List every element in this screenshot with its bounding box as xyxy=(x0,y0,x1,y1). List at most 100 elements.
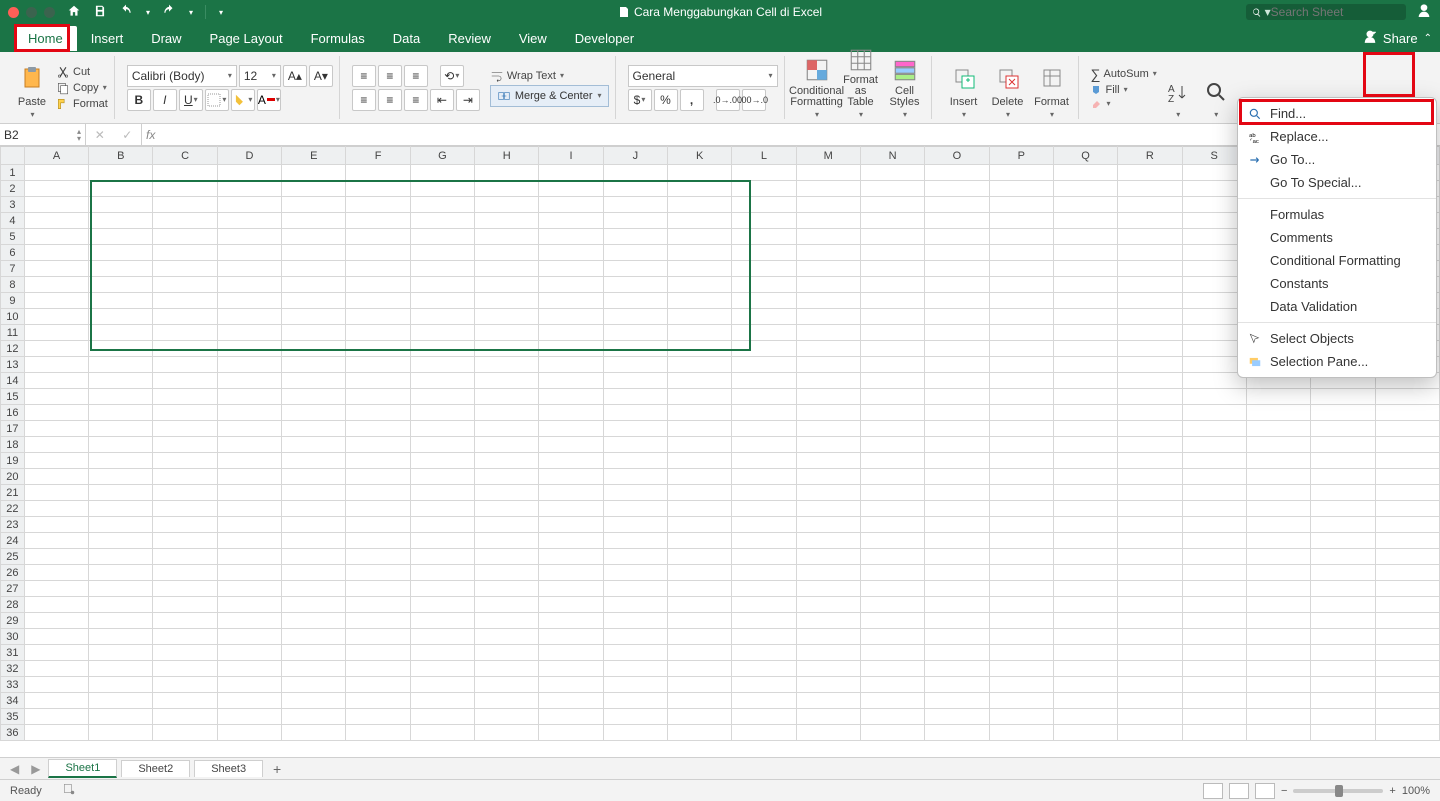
tab-draw[interactable]: Draw xyxy=(137,26,195,51)
cell[interactable] xyxy=(732,677,796,693)
cell[interactable] xyxy=(1311,453,1375,469)
cell[interactable] xyxy=(475,549,539,565)
menu-find[interactable]: Find... xyxy=(1238,102,1436,125)
cell[interactable] xyxy=(1053,629,1117,645)
align-middle-button[interactable]: ≡ xyxy=(378,65,402,87)
cell[interactable] xyxy=(1311,549,1375,565)
cell[interactable] xyxy=(796,165,860,181)
col-header-G[interactable]: G xyxy=(410,147,474,165)
underline-button[interactable]: U▾ xyxy=(179,89,203,111)
cell[interactable] xyxy=(796,325,860,341)
cell[interactable] xyxy=(1246,725,1310,741)
cell[interactable] xyxy=(1182,485,1246,501)
cell[interactable] xyxy=(925,469,989,485)
cell[interactable] xyxy=(796,549,860,565)
cell[interactable] xyxy=(667,229,731,245)
cell[interactable] xyxy=(475,389,539,405)
cell[interactable] xyxy=(732,533,796,549)
cell[interactable] xyxy=(603,709,667,725)
cells-format-button[interactable]: Format▾ xyxy=(1032,57,1072,119)
cell[interactable] xyxy=(732,581,796,597)
cell[interactable] xyxy=(667,245,731,261)
cell[interactable] xyxy=(1053,373,1117,389)
cell[interactable] xyxy=(282,629,346,645)
cell[interactable] xyxy=(796,181,860,197)
cell[interactable] xyxy=(667,549,731,565)
cell[interactable] xyxy=(732,293,796,309)
view-normal-icon[interactable] xyxy=(1203,783,1223,799)
row-header-1[interactable]: 1 xyxy=(1,165,25,181)
copy-button[interactable]: Copy▾ xyxy=(56,81,108,95)
cell[interactable] xyxy=(282,453,346,469)
cell[interactable] xyxy=(989,293,1053,309)
cell[interactable] xyxy=(1053,677,1117,693)
cell[interactable] xyxy=(1311,405,1375,421)
menu-goto[interactable]: Go To... xyxy=(1238,148,1436,171)
cell[interactable] xyxy=(539,613,603,629)
cell[interactable] xyxy=(346,725,410,741)
cell[interactable] xyxy=(217,309,281,325)
cell[interactable] xyxy=(1375,565,1439,581)
cell[interactable] xyxy=(89,357,153,373)
cell[interactable] xyxy=(989,405,1053,421)
row-header-33[interactable]: 33 xyxy=(1,677,25,693)
cell[interactable] xyxy=(860,453,924,469)
cell[interactable] xyxy=(89,469,153,485)
cell[interactable] xyxy=(539,261,603,277)
cell[interactable] xyxy=(603,373,667,389)
cell[interactable] xyxy=(732,645,796,661)
cell[interactable] xyxy=(217,629,281,645)
cell[interactable] xyxy=(1246,581,1310,597)
cell[interactable] xyxy=(217,453,281,469)
sheet-nav-next[interactable]: ▶ xyxy=(27,762,44,776)
cell[interactable] xyxy=(1118,597,1182,613)
cell[interactable] xyxy=(475,501,539,517)
cut-button[interactable]: Cut xyxy=(56,65,108,79)
cell[interactable] xyxy=(603,677,667,693)
orientation-button[interactable]: ⟲▾ xyxy=(440,65,464,87)
cell[interactable] xyxy=(282,469,346,485)
cell[interactable] xyxy=(1118,725,1182,741)
align-left-button[interactable]: ≡ xyxy=(352,89,376,111)
cell[interactable] xyxy=(24,309,88,325)
cell[interactable] xyxy=(153,197,217,213)
cell[interactable] xyxy=(153,453,217,469)
cell[interactable] xyxy=(1118,277,1182,293)
tab-data[interactable]: Data xyxy=(379,26,434,51)
cell[interactable] xyxy=(475,277,539,293)
cell[interactable] xyxy=(282,501,346,517)
cell[interactable] xyxy=(1053,197,1117,213)
tab-developer[interactable]: Developer xyxy=(561,26,648,51)
cell[interactable] xyxy=(925,261,989,277)
cell[interactable] xyxy=(346,693,410,709)
cell[interactable] xyxy=(1053,165,1117,181)
cell[interactable] xyxy=(410,165,474,181)
cell[interactable] xyxy=(1053,533,1117,549)
cell[interactable] xyxy=(282,677,346,693)
cell[interactable] xyxy=(153,485,217,501)
row-header-3[interactable]: 3 xyxy=(1,197,25,213)
cell[interactable] xyxy=(796,421,860,437)
cell[interactable] xyxy=(796,725,860,741)
cell[interactable] xyxy=(1246,549,1310,565)
cell[interactable] xyxy=(89,677,153,693)
cell[interactable] xyxy=(1311,613,1375,629)
cell[interactable] xyxy=(796,453,860,469)
cell[interactable] xyxy=(217,229,281,245)
cell[interactable] xyxy=(989,453,1053,469)
cell[interactable] xyxy=(89,197,153,213)
cell[interactable] xyxy=(24,517,88,533)
cell[interactable] xyxy=(410,389,474,405)
cell[interactable] xyxy=(346,245,410,261)
cell[interactable] xyxy=(153,709,217,725)
fill-color-button[interactable]: ▾ xyxy=(231,89,255,111)
col-header-N[interactable]: N xyxy=(860,147,924,165)
cell[interactable] xyxy=(860,405,924,421)
cell[interactable] xyxy=(1053,469,1117,485)
cell[interactable] xyxy=(732,629,796,645)
cell[interactable] xyxy=(539,725,603,741)
cell[interactable] xyxy=(1311,533,1375,549)
cell[interactable] xyxy=(346,229,410,245)
cell[interactable] xyxy=(153,405,217,421)
cell[interactable] xyxy=(796,261,860,277)
